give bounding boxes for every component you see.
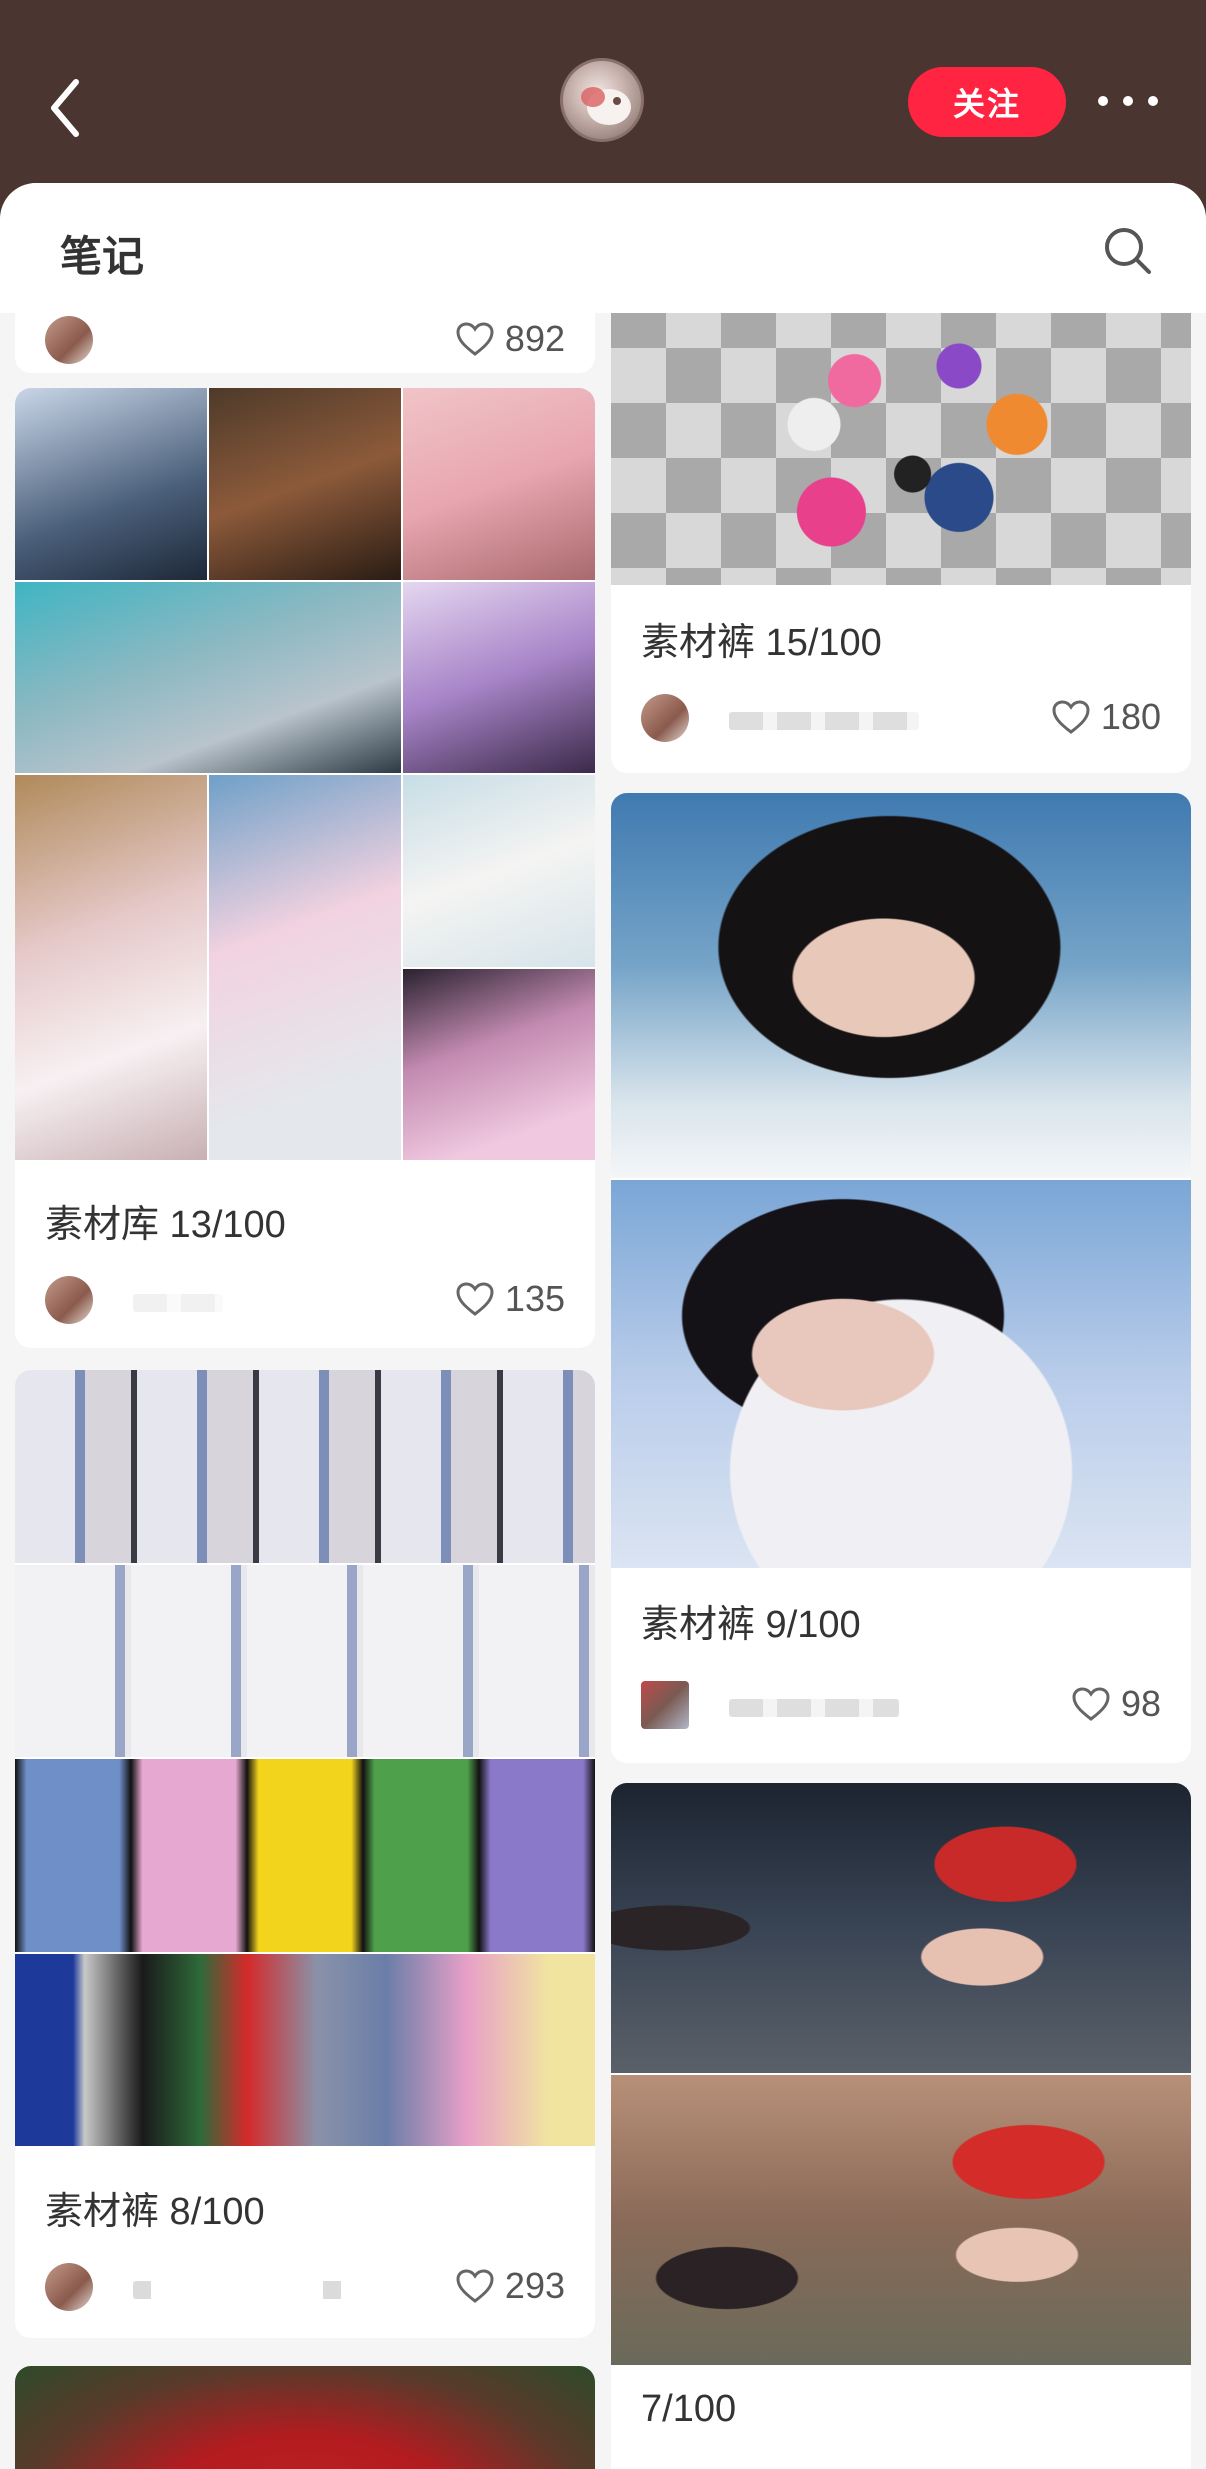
- note-title: 素材裤 9/100: [641, 1604, 861, 1646]
- like-count: 293: [504, 2265, 565, 2306]
- note-cover-image: [611, 1783, 1191, 2073]
- like-button[interactable]: 98: [1071, 1683, 1161, 1725]
- profile-avatar[interactable]: [560, 58, 644, 142]
- note-footer: 892: [45, 313, 565, 368]
- sheet-title: 笔记: [60, 233, 145, 280]
- note-cover-image: [611, 1180, 1191, 1568]
- note-footer: 135: [45, 1268, 565, 1328]
- heart-icon: [456, 2269, 494, 2303]
- more-dot-icon: [1148, 96, 1158, 106]
- top-bar: 关注: [0, 0, 1206, 185]
- back-button[interactable]: [40, 68, 96, 148]
- note-footer: 98: [641, 1673, 1161, 1733]
- chevron-left-icon: [51, 79, 79, 137]
- more-dot-icon: [1123, 96, 1133, 106]
- author-name[interactable]: [729, 712, 919, 730]
- note-card[interactable]: 素材裤 8/100 293: [15, 1370, 595, 2338]
- heart-icon: [1052, 700, 1090, 734]
- like-button[interactable]: 293: [455, 2265, 565, 2307]
- note-title: 素材裤 15/100: [641, 622, 882, 664]
- note-cover-image: [611, 793, 1191, 1178]
- notes-grid: 892 素材库 13/100 135 素材裤 8/100 293 素材裤 15/…: [0, 313, 1206, 2469]
- like-count: 98: [1120, 1683, 1161, 1724]
- author-avatar[interactable]: [45, 2263, 93, 2311]
- note-card[interactable]: 素材库 13/100 135: [15, 388, 595, 1348]
- note-title: 素材裤 8/100: [45, 2191, 265, 2233]
- like-button[interactable]: 892: [455, 318, 565, 360]
- author-avatar[interactable]: [641, 1681, 689, 1729]
- heart-icon: [456, 322, 494, 356]
- author-avatar[interactable]: [45, 1276, 93, 1324]
- like-button[interactable]: 180: [1051, 696, 1161, 738]
- notes-sheet: 笔记 892 素材库 13/100 135 素材裤 8/100 293 素材裤 …: [0, 183, 1206, 2469]
- author-name[interactable]: [133, 2281, 353, 2299]
- like-count: 180: [1100, 696, 1161, 737]
- note-title: 素材库 13/100: [45, 1204, 286, 1246]
- note-footer: 180: [641, 686, 1161, 746]
- author-avatar[interactable]: [45, 316, 93, 364]
- note-cover-image: [15, 388, 595, 1160]
- like-button[interactable]: 135: [455, 1278, 565, 1320]
- note-cover-image: [611, 2075, 1191, 2365]
- note-cover-image: [611, 313, 1191, 585]
- more-dot-icon: [1098, 96, 1108, 106]
- note-card[interactable]: 素材裤 15/100 180: [611, 313, 1191, 773]
- note-card[interactable]: 892: [15, 313, 595, 373]
- note-card[interactable]: 7/100: [611, 1783, 1191, 2469]
- like-count: 135: [504, 1278, 565, 1319]
- note-footer: 293: [45, 2255, 565, 2315]
- heart-icon: [456, 1282, 494, 1316]
- search-icon: [1105, 228, 1151, 274]
- note-cover-image: [15, 2366, 595, 2469]
- like-count: 892: [504, 318, 565, 359]
- note-card[interactable]: [15, 2366, 595, 2469]
- search-button[interactable]: [1100, 223, 1156, 279]
- author-avatar[interactable]: [641, 694, 689, 742]
- author-name[interactable]: [729, 1699, 899, 1717]
- follow-button[interactable]: 关注: [908, 67, 1066, 137]
- note-title: 7/100: [641, 2388, 737, 2430]
- author-name[interactable]: [133, 1294, 223, 1312]
- more-button[interactable]: [1098, 86, 1158, 116]
- heart-icon: [1072, 1687, 1110, 1721]
- note-cover-image: [15, 1370, 595, 2146]
- note-card[interactable]: 素材裤 9/100 98: [611, 793, 1191, 1763]
- sheet-header: 笔记: [0, 183, 1206, 313]
